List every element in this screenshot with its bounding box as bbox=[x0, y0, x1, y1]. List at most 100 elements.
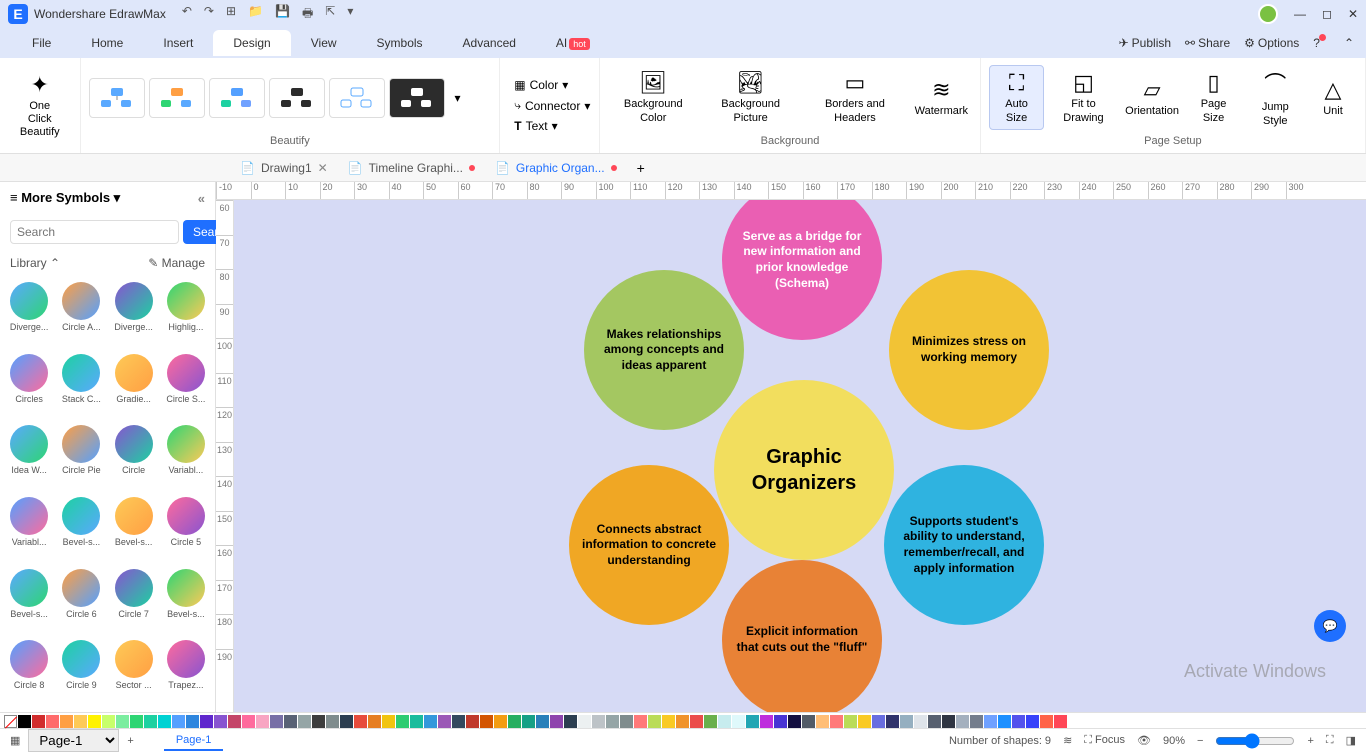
color-swatch[interactable] bbox=[396, 715, 409, 728]
canvas[interactable]: Serve as a bridge for new information an… bbox=[234, 200, 1366, 712]
color-swatch[interactable] bbox=[144, 715, 157, 728]
no-fill-swatch[interactable] bbox=[4, 715, 17, 728]
symbol-item[interactable]: Bevel-s... bbox=[4, 567, 54, 637]
collapse-panel-icon[interactable]: « bbox=[198, 191, 205, 206]
color-swatch[interactable] bbox=[312, 715, 325, 728]
color-swatch[interactable] bbox=[788, 715, 801, 728]
share-button[interactable]: ⚯ Share bbox=[1185, 36, 1230, 50]
symbol-item[interactable]: Circle bbox=[109, 423, 159, 493]
symbol-item[interactable]: Bevel-s... bbox=[161, 567, 211, 637]
connector-menu[interactable]: ⤷ Connector ▾ bbox=[508, 95, 591, 116]
color-swatch[interactable] bbox=[368, 715, 381, 728]
menu-file[interactable]: File bbox=[12, 30, 71, 56]
open-icon[interactable]: 📁 bbox=[248, 4, 263, 25]
bg-picture-button[interactable]: 🏞Background Picture bbox=[702, 66, 799, 128]
color-swatch[interactable] bbox=[354, 715, 367, 728]
symbol-item[interactable]: Idea W... bbox=[4, 423, 54, 493]
color-swatch[interactable] bbox=[732, 715, 745, 728]
symbol-item[interactable]: Diverge... bbox=[4, 280, 54, 350]
color-swatch[interactable] bbox=[606, 715, 619, 728]
color-swatch[interactable] bbox=[340, 715, 353, 728]
color-swatch[interactable] bbox=[172, 715, 185, 728]
symbol-item[interactable]: Trapez... bbox=[161, 638, 211, 708]
fullscreen-icon[interactable]: ⛶ bbox=[1326, 734, 1334, 747]
orientation-button[interactable]: ▱Orientation bbox=[1123, 73, 1182, 122]
color-swatch[interactable] bbox=[816, 715, 829, 728]
color-swatch[interactable] bbox=[102, 715, 115, 728]
jump-style-button[interactable]: ⌒Jump Style bbox=[1246, 63, 1305, 131]
menu-symbols[interactable]: Symbols bbox=[357, 30, 443, 56]
color-swatch[interactable] bbox=[228, 715, 241, 728]
fit-drawing-button[interactable]: ◱Fit to Drawing bbox=[1048, 66, 1118, 128]
color-swatch[interactable] bbox=[942, 715, 955, 728]
one-click-beautify-button[interactable]: ✦ One Click Beautify bbox=[8, 68, 72, 144]
collapse-ribbon-icon[interactable]: ⌃ bbox=[1344, 36, 1354, 50]
page-select[interactable]: Page-1 bbox=[28, 729, 119, 752]
style-more-icon[interactable]: ▾ bbox=[449, 91, 467, 105]
color-swatch[interactable] bbox=[88, 715, 101, 728]
zoom-slider[interactable] bbox=[1215, 733, 1295, 749]
style-preset-3[interactable] bbox=[209, 78, 265, 118]
focus-button[interactable]: ⛶ Focus bbox=[1084, 734, 1125, 747]
color-menu[interactable]: ▦ Color ▾ bbox=[508, 75, 591, 95]
color-swatch[interactable] bbox=[1012, 715, 1025, 728]
minimize-icon[interactable]: — bbox=[1294, 7, 1306, 21]
color-swatch[interactable] bbox=[60, 715, 73, 728]
color-swatch[interactable] bbox=[74, 715, 87, 728]
undo-icon[interactable]: ↶ bbox=[182, 4, 192, 25]
color-swatch[interactable] bbox=[676, 715, 689, 728]
symbol-item[interactable]: Sector ... bbox=[109, 638, 159, 708]
add-page-icon[interactable]: + bbox=[127, 735, 133, 747]
color-swatch[interactable] bbox=[242, 715, 255, 728]
symbol-item[interactable]: Circle S... bbox=[161, 352, 211, 422]
color-swatch[interactable] bbox=[564, 715, 577, 728]
color-swatch[interactable] bbox=[858, 715, 871, 728]
color-swatch[interactable] bbox=[970, 715, 983, 728]
auto-size-button[interactable]: ⛶Auto Size bbox=[989, 65, 1045, 129]
publish-button[interactable]: ✈ Publish bbox=[1119, 36, 1171, 50]
color-swatch[interactable] bbox=[410, 715, 423, 728]
color-swatch[interactable] bbox=[998, 715, 1011, 728]
borders-headers-button[interactable]: ▭Borders and Headers bbox=[803, 66, 907, 128]
color-swatch[interactable] bbox=[746, 715, 759, 728]
panel-toggle-icon[interactable]: ◨ bbox=[1346, 734, 1356, 747]
user-avatar[interactable] bbox=[1258, 4, 1278, 24]
color-swatch[interactable] bbox=[704, 715, 717, 728]
color-swatch[interactable] bbox=[130, 715, 143, 728]
page-tab[interactable]: Page-1 bbox=[164, 731, 223, 751]
doc-tab-drawing1[interactable]: 📄 Drawing1 ✕ bbox=[230, 157, 338, 179]
color-swatch[interactable] bbox=[578, 715, 591, 728]
color-swatch[interactable] bbox=[116, 715, 129, 728]
menu-design[interactable]: Design bbox=[213, 30, 290, 56]
color-swatch[interactable] bbox=[592, 715, 605, 728]
color-swatch[interactable] bbox=[648, 715, 661, 728]
color-swatch[interactable] bbox=[466, 715, 479, 728]
color-swatch[interactable] bbox=[284, 715, 297, 728]
eye-icon[interactable]: 👁 bbox=[1137, 734, 1151, 747]
color-swatch[interactable] bbox=[690, 715, 703, 728]
color-swatch[interactable] bbox=[480, 715, 493, 728]
color-swatch[interactable] bbox=[1054, 715, 1067, 728]
color-swatch[interactable] bbox=[256, 715, 269, 728]
color-swatch[interactable] bbox=[186, 715, 199, 728]
color-swatch[interactable] bbox=[522, 715, 535, 728]
color-swatch[interactable] bbox=[886, 715, 899, 728]
symbol-item[interactable]: Circle 7 bbox=[109, 567, 159, 637]
color-swatch[interactable] bbox=[550, 715, 563, 728]
color-swatch[interactable] bbox=[914, 715, 927, 728]
chat-icon[interactable]: 💬 bbox=[1314, 610, 1346, 642]
color-swatch[interactable] bbox=[452, 715, 465, 728]
color-swatch[interactable] bbox=[872, 715, 885, 728]
style-preset-4[interactable] bbox=[269, 78, 325, 118]
qat-more-icon[interactable]: ▾ bbox=[347, 4, 353, 25]
symbol-item[interactable]: Variabl... bbox=[161, 423, 211, 493]
symbol-item[interactable]: Circle A... bbox=[56, 280, 106, 350]
maximize-icon[interactable]: ◻ bbox=[1322, 7, 1332, 21]
color-swatch[interactable] bbox=[830, 715, 843, 728]
color-swatch[interactable] bbox=[326, 715, 339, 728]
color-swatch[interactable] bbox=[844, 715, 857, 728]
menu-home[interactable]: Home bbox=[71, 30, 143, 56]
new-icon[interactable]: ⊞ bbox=[226, 4, 236, 25]
doc-tab-timeline[interactable]: 📄 Timeline Graphi... bbox=[338, 157, 485, 179]
color-swatch[interactable] bbox=[928, 715, 941, 728]
